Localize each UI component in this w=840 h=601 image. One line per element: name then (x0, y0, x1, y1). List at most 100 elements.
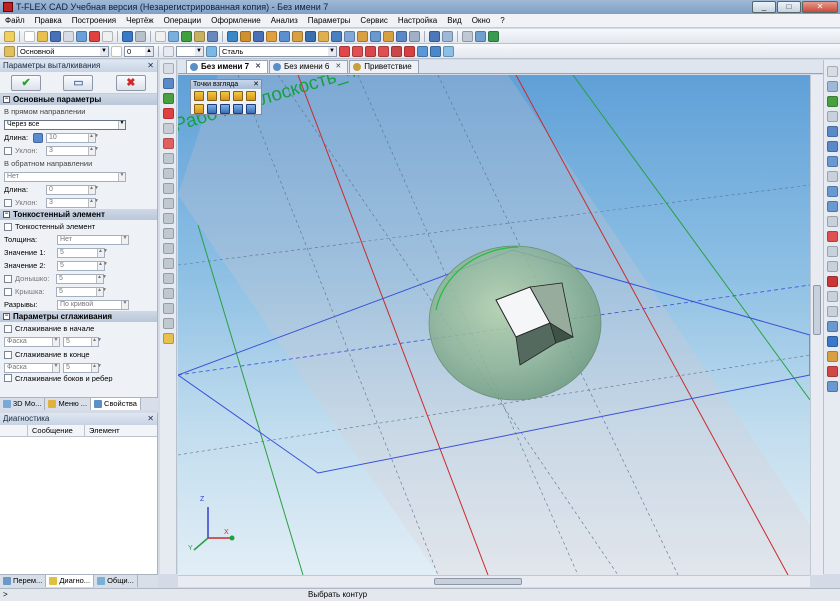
bottom-input[interactable]: 5 ▲▼ (56, 273, 107, 284)
section-view-icon[interactable] (826, 276, 838, 287)
section-thinwall[interactable]: − Тонкостенный элемент (0, 209, 157, 220)
clip-icon[interactable] (462, 30, 473, 42)
construct-line-icon[interactable] (162, 123, 174, 134)
ellipse-tool-icon[interactable] (162, 213, 174, 224)
column-message[interactable]: Сообщение (28, 425, 85, 436)
view-left-icon[interactable] (246, 91, 256, 101)
column-element[interactable]: Элемент (85, 425, 120, 436)
scene-icon[interactable] (826, 336, 838, 347)
smooth-sides-checkbox[interactable] (4, 374, 12, 382)
filter-icon[interactable] (4, 30, 15, 42)
tab-diagnostics[interactable]: Диагно... (46, 575, 95, 587)
panel-close-icon[interactable]: ✕ (147, 60, 154, 72)
delete-tool-icon[interactable] (162, 108, 174, 119)
fillet-icon[interactable] (292, 30, 303, 42)
view-iso1-icon[interactable] (207, 104, 217, 114)
doc-tab-untitled-6[interactable]: Без имени 6 ✕ (268, 60, 349, 73)
value2-input[interactable]: 5 ▲▼ (57, 260, 108, 271)
view-front-icon[interactable] (194, 91, 204, 101)
backward-mode-select[interactable]: Нет ▼ (4, 171, 126, 182)
backward-length-input[interactable]: 0 ▲▼ (46, 184, 99, 195)
view-bottom-icon[interactable] (233, 91, 243, 101)
menu-file[interactable]: Файл (0, 14, 30, 28)
thread-icon[interactable] (383, 30, 394, 42)
edges-icon[interactable] (417, 45, 428, 57)
menu-help[interactable]: ? (495, 14, 509, 28)
pen-icon[interactable] (181, 30, 192, 42)
section-main-params[interactable]: − Основные параметры (0, 94, 157, 105)
view-top-icon[interactable] (220, 91, 230, 101)
node-icon[interactable] (194, 30, 205, 42)
rectangle-tool-icon[interactable] (162, 243, 174, 254)
show-icon[interactable] (352, 45, 363, 57)
spline-tool-icon[interactable] (162, 198, 174, 209)
section-icon[interactable] (370, 30, 381, 42)
select-tool-icon[interactable] (162, 63, 174, 74)
view-right-icon[interactable] (194, 104, 204, 114)
smooth-start-value-input[interactable]: 5 ▲▼ (63, 336, 102, 347)
close-tab-icon[interactable]: ✕ (255, 61, 261, 73)
menu-edit[interactable]: Правка (30, 14, 67, 28)
horizontal-scroll-thumb[interactable] (434, 578, 522, 585)
zoom-out-icon[interactable] (826, 141, 838, 152)
smooth-end-type-select[interactable]: Фаска ▼ (4, 362, 60, 373)
menu-window[interactable]: Окно (467, 14, 496, 28)
eraser-icon[interactable] (162, 138, 174, 149)
view-back-icon[interactable] (207, 91, 217, 101)
assembly-icon[interactable] (409, 30, 420, 42)
screenshot-icon[interactable] (826, 381, 838, 392)
close-tab-icon[interactable]: ✕ (335, 61, 341, 73)
zoom-window-icon[interactable] (826, 111, 838, 122)
export-icon[interactable] (76, 30, 87, 42)
zoom-in-icon[interactable] (826, 126, 838, 137)
smooth-start-type-select[interactable]: Фаска ▼ (4, 336, 60, 347)
tab-3d-model[interactable]: 3D Мо... (0, 398, 46, 410)
isolate-icon[interactable] (365, 45, 376, 57)
boolean-icon[interactable] (279, 30, 290, 42)
lid-checkbox[interactable] (4, 287, 12, 296)
vertical-scrollbar[interactable] (810, 75, 823, 575)
hide-icon[interactable] (339, 45, 350, 57)
pan-view-icon[interactable] (826, 81, 838, 92)
menu-format[interactable]: Оформление (206, 14, 266, 28)
menu-operations[interactable]: Операции (159, 14, 206, 28)
3d-viewport[interactable]: Z X Y Рабочая плоскость_4 Точки взгляда ✕ (178, 75, 810, 575)
grid-icon[interactable] (155, 30, 166, 42)
doc-tab-untitled-7[interactable]: Без имени 7 ✕ (186, 60, 268, 73)
circle-tool-icon[interactable] (162, 153, 174, 164)
minimize-button[interactable]: _ (752, 1, 776, 13)
close-button[interactable]: ✕ (802, 1, 838, 13)
doc-tab-welcome[interactable]: Приветствие (349, 60, 419, 73)
tab-variables[interactable]: Перем... (0, 575, 47, 587)
forward-length-input[interactable]: 10 ▲▼ (46, 132, 99, 143)
bottom-checkbox[interactable] (4, 274, 12, 283)
line-tool-icon[interactable] (168, 30, 179, 42)
polyline-tool-icon[interactable] (162, 228, 174, 239)
wireframe-icon[interactable] (391, 45, 402, 57)
command-prompt[interactable]: > (3, 589, 8, 601)
walk-icon[interactable] (826, 216, 838, 227)
copy-icon[interactable] (102, 30, 113, 42)
workplane-tool-icon[interactable] (162, 78, 174, 89)
forward-slope-checkbox[interactable] (4, 146, 12, 155)
level-select[interactable]: 0 ▲ (124, 45, 154, 57)
menu-settings[interactable]: Настройка (393, 14, 442, 28)
horizontal-scrollbar[interactable] (178, 575, 810, 587)
orbit-icon[interactable] (826, 201, 838, 212)
print-icon[interactable] (63, 30, 74, 42)
paint-icon[interactable] (826, 366, 838, 377)
value1-input[interactable]: 5 ▲▼ (57, 247, 108, 258)
rotate-icon[interactable] (240, 30, 251, 42)
perspective-icon[interactable] (826, 246, 838, 257)
cancel-button[interactable]: ✖ (115, 74, 146, 91)
extrude-icon[interactable] (227, 30, 238, 42)
loft-icon[interactable] (253, 30, 264, 42)
open-folder-icon[interactable] (37, 30, 48, 42)
dimension-tool-icon[interactable] (162, 288, 174, 299)
rotate-view-icon[interactable] (826, 66, 838, 77)
menu-service[interactable]: Сервис (355, 14, 392, 28)
hole-icon[interactable] (331, 30, 342, 42)
check-icon[interactable] (826, 96, 838, 107)
backward-slope-input[interactable]: 3 ▲▼ (46, 197, 99, 208)
hatch-tool-icon[interactable] (162, 318, 174, 329)
